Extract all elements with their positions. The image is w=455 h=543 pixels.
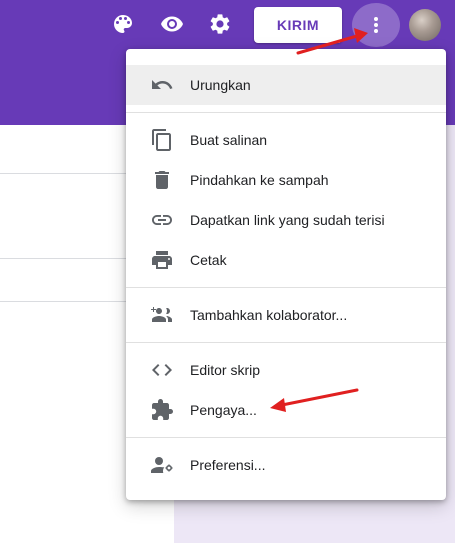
link-icon [152, 215, 172, 225]
add-collaborator-icon [151, 307, 172, 322]
menu-item-make-copy[interactable]: Buat salinan [126, 120, 446, 160]
menu-item-label: Dapatkan link yang sudah terisi [190, 212, 385, 228]
more-options-button[interactable] [352, 3, 400, 47]
more-vert-icon [374, 17, 378, 33]
menu-item-label: Urungkan [190, 77, 251, 93]
menu-item-label: Buat salinan [190, 132, 268, 148]
menu-item-preferences[interactable]: Preferensi... [126, 445, 446, 485]
menu-item-print[interactable]: Cetak [126, 240, 446, 280]
puzzle-piece-icon [152, 399, 173, 420]
account-avatar[interactable] [409, 9, 441, 41]
menu-item-label: Pindahkan ke sampah [190, 172, 329, 188]
menu-item-label: Editor skrip [190, 362, 261, 378]
menu-divider [126, 287, 446, 288]
menu-item-add-collaborators[interactable]: Tambahkan kolaborator... [126, 295, 446, 335]
menu-item-add-ons[interactable]: Pengaya... [126, 390, 446, 430]
preview-eye-icon[interactable] [160, 12, 184, 36]
settings-gear-icon[interactable] [208, 12, 232, 36]
menu-item-label: Pengaya... [190, 402, 257, 418]
menu-item-label: Preferensi... [190, 457, 266, 473]
menu-item-undo[interactable]: Urungkan [126, 65, 446, 105]
menu-item-get-prefilled-link[interactable]: Dapatkan link yang sudah terisi [126, 200, 446, 240]
undo-icon [152, 80, 173, 89]
menu-item-move-to-trash[interactable]: Pindahkan ke sampah [126, 160, 446, 200]
print-icon [152, 251, 172, 269]
trash-icon [155, 171, 169, 189]
menu-divider [126, 437, 446, 438]
code-icon [152, 364, 172, 376]
menu-item-label: Tambahkan kolaborator... [190, 307, 348, 323]
menu-divider [126, 342, 446, 343]
more-options-menu: Urungkan Buat salinan Pindahkan ke sampa… [126, 49, 446, 500]
menu-item-label: Cetak [190, 252, 227, 268]
menu-item-script-editor[interactable]: Editor skrip [126, 350, 446, 390]
menu-divider [126, 112, 446, 113]
preferences-icon [151, 457, 173, 473]
palette-icon[interactable] [111, 12, 135, 36]
copy-icon [152, 129, 171, 151]
send-button[interactable]: KIRIM [254, 7, 342, 43]
